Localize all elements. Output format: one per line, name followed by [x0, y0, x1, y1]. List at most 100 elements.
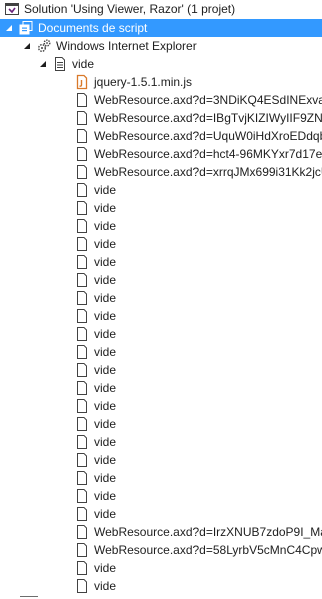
file-label: vide — [94, 579, 117, 593]
tree-row-file[interactable]: vide — [0, 343, 322, 361]
file-icon — [74, 164, 90, 180]
page-label: vide — [72, 57, 95, 71]
file-icon — [74, 146, 90, 162]
tree-row-file[interactable]: vide — [0, 559, 322, 577]
file-label: vide — [94, 273, 117, 287]
tree-row-browser[interactable]: Windows Internet Explorer — [0, 37, 322, 55]
script-documents-label: Documents de script — [38, 21, 148, 35]
file-label: vide — [94, 453, 117, 467]
file-label: vide — [94, 237, 117, 251]
tree-row-file[interactable]: vide — [0, 505, 322, 523]
tree-row-file[interactable]: jquery-1.5.1.min.js — [0, 73, 322, 91]
file-label: vide — [94, 309, 117, 323]
file-icon — [74, 92, 90, 108]
file-icon — [74, 272, 90, 288]
file-icon — [74, 398, 90, 414]
file-label: vide — [94, 507, 117, 521]
tree-row-page[interactable]: vide — [0, 55, 322, 73]
tree-row-file[interactable]: vide — [0, 415, 322, 433]
file-label: vide — [94, 327, 117, 341]
file-icon — [74, 254, 90, 270]
tree-row-file[interactable]: vide — [0, 271, 322, 289]
file-icon — [74, 182, 90, 198]
file-label: vide — [94, 417, 117, 431]
tree-row-file[interactable]: WebResource.axd?d=hct4-96MKYxr7d17eeS — [0, 145, 322, 163]
tree-row-file[interactable]: vide — [0, 451, 322, 469]
tree-row-file[interactable]: vide — [0, 379, 322, 397]
file-label: WebResource.axd?d=3NDiKQ4ESdINExva4rL — [94, 93, 322, 107]
js-file-icon — [74, 74, 90, 90]
expanded-arrow-icon[interactable] — [38, 59, 48, 69]
solution-label: Solution 'Using Viewer, Razor' (1 projet… — [24, 2, 236, 16]
tree-row-file[interactable]: vide — [0, 199, 322, 217]
tree-row-file[interactable]: vide — [0, 487, 322, 505]
file-icon — [74, 506, 90, 522]
file-label: vide — [94, 345, 117, 359]
file-icon — [74, 128, 90, 144]
tree-row-file[interactable]: WebResource.axd?d=58LyrbV5cMnC4CpwP — [0, 541, 322, 559]
tree-row-file[interactable]: vide — [0, 289, 322, 307]
tree-row-file[interactable]: vide — [0, 253, 322, 271]
document-lines-icon — [52, 56, 68, 72]
tree-row-file[interactable]: vide — [0, 397, 322, 415]
tree-row-file[interactable]: vide — [0, 181, 322, 199]
file-label: WebResource.axd?d=58LyrbV5cMnC4CpwP — [94, 543, 322, 557]
file-label: jquery-1.5.1.min.js — [94, 75, 193, 89]
tree-row-file[interactable]: WebResource.axd?d=UquW0iHdXroEDdqbeA — [0, 127, 322, 145]
browser-label: Windows Internet Explorer — [56, 39, 197, 53]
file-icon — [74, 452, 90, 468]
file-icon — [74, 218, 90, 234]
tree-row-script-documents[interactable]: Documents de script — [0, 19, 322, 37]
file-icon — [74, 578, 90, 594]
file-icon — [74, 362, 90, 378]
file-label: WebResource.axd?d=IrzXNUB7zdoP9I_Ma8f — [94, 525, 322, 539]
file-label: WebResource.axd?d=UquW0iHdXroEDdqbeA — [94, 129, 322, 143]
file-label: vide — [94, 201, 117, 215]
file-icon — [74, 434, 90, 450]
file-icon — [74, 290, 90, 306]
scroll-edge-divider — [20, 596, 38, 597]
file-icon — [74, 110, 90, 126]
solution-icon — [4, 1, 20, 17]
expanded-arrow-icon[interactable] — [4, 23, 14, 33]
file-icon — [74, 236, 90, 252]
solution-explorer-tree: Solution 'Using Viewer, Razor' (1 projet… — [0, 0, 322, 599]
file-icon — [74, 380, 90, 396]
tree-row-file[interactable]: vide — [0, 361, 322, 379]
tree-row-file[interactable]: vide — [0, 433, 322, 451]
file-label: vide — [94, 471, 117, 485]
file-icon — [74, 560, 90, 576]
expanded-arrow-icon[interactable] — [22, 41, 32, 51]
tree-row-file[interactable]: WebResource.axd?d=xrrqJMx699i31Kk2jcUO — [0, 163, 322, 181]
tree-row-file[interactable]: vide — [0, 325, 322, 343]
tree-row-file[interactable]: vide — [0, 469, 322, 487]
tree-row-file[interactable]: WebResource.axd?d=IBgTvjKIZIWyIIF9ZNiyu — [0, 109, 322, 127]
tree-row-file[interactable]: vide — [0, 217, 322, 235]
file-icon — [74, 308, 90, 324]
file-label: vide — [94, 219, 117, 233]
tree-row-file[interactable]: WebResource.axd?d=IrzXNUB7zdoP9I_Ma8f — [0, 523, 322, 541]
file-label: vide — [94, 363, 117, 377]
file-label: vide — [94, 255, 117, 269]
file-label: WebResource.axd?d=xrrqJMx699i31Kk2jcUO — [94, 165, 322, 179]
file-icon — [74, 524, 90, 540]
file-label: vide — [94, 435, 117, 449]
file-label: vide — [94, 561, 117, 575]
file-label: WebResource.axd?d=hct4-96MKYxr7d17eeS — [94, 147, 322, 161]
file-icon — [74, 344, 90, 360]
tree-row-file[interactable]: vide — [0, 577, 322, 595]
file-label: vide — [94, 399, 117, 413]
file-icon — [74, 470, 90, 486]
file-icon — [74, 542, 90, 558]
file-label: vide — [94, 183, 117, 197]
file-label: vide — [94, 291, 117, 305]
tree-row-file[interactable]: vide — [0, 307, 322, 325]
file-label: vide — [94, 381, 117, 395]
script-documents-icon — [18, 20, 34, 36]
file-icon — [74, 488, 90, 504]
file-icon — [74, 326, 90, 342]
tree-row-file[interactable]: WebResource.axd?d=3NDiKQ4ESdINExva4rL — [0, 91, 322, 109]
tree-row-solution[interactable]: Solution 'Using Viewer, Razor' (1 projet… — [0, 0, 322, 18]
tree-row-file[interactable]: vide — [0, 235, 322, 253]
file-label: WebResource.axd?d=IBgTvjKIZIWyIIF9ZNiyu — [94, 111, 322, 125]
